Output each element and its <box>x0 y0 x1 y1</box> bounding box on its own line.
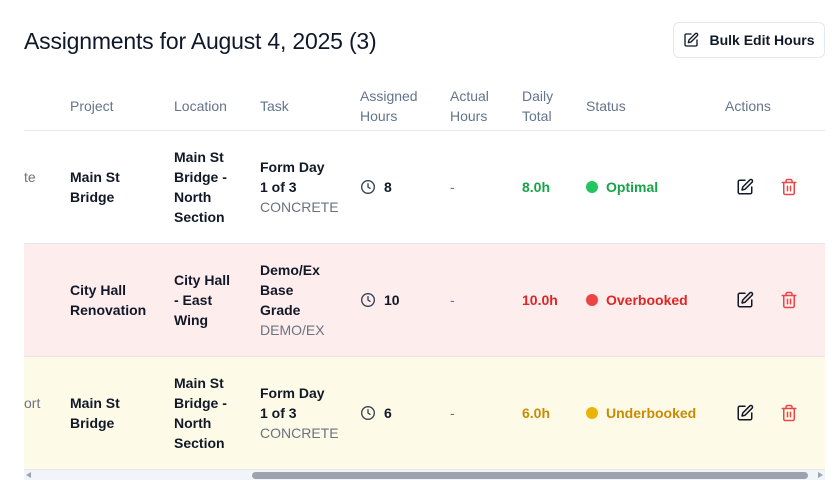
col-assigned-line2[interactable]: Hours <box>360 106 397 126</box>
col-daily-line2[interactable]: Total <box>522 106 552 126</box>
location-cell: Main St Bridge - North Section <box>174 147 227 227</box>
page-title: Assignments for August 4, 2025 (3) <box>24 28 377 54</box>
assigned-hours-value: 10 <box>384 292 400 308</box>
col-assigned-line1[interactable]: Assigned <box>360 86 418 106</box>
project-cell: Main St Bridge <box>70 167 120 207</box>
task-cell: Form Day 1 of 3 CONCRETE <box>260 383 339 443</box>
truncated-cell: te <box>24 169 36 185</box>
table-row: ort Main St Bridge Main St Bridge - Nort… <box>24 357 825 470</box>
trash-icon[interactable] <box>780 291 798 309</box>
location-line: North <box>174 189 212 205</box>
col-project[interactable]: Project <box>70 96 114 116</box>
assignments-table: Project Location Task Assigned Hours Act… <box>24 80 825 470</box>
scrollbar-thumb[interactable] <box>252 472 808 479</box>
task-cell: Form Day 1 of 3 CONCRETE <box>260 157 339 217</box>
col-daily-line1[interactable]: Daily <box>522 86 553 106</box>
task-code: CONCRETE <box>260 425 339 441</box>
table-header: Project Location Task Assigned Hours Act… <box>24 80 825 131</box>
location-line: Bridge - <box>174 169 227 185</box>
bulk-edit-label: Bulk Edit Hours <box>709 32 815 48</box>
location-line: City Hall <box>174 272 231 288</box>
project-cell: Main St Bridge <box>70 393 120 433</box>
status-dot <box>586 407 598 419</box>
project-line: Bridge <box>70 415 115 431</box>
table-row: te Main St Bridge Main St Bridge - North… <box>24 131 825 244</box>
truncated-cell: ort <box>24 395 41 411</box>
task-cell: Demo/Ex Base Grade DEMO/EX <box>260 260 325 340</box>
status-badge: Overbooked <box>586 290 688 310</box>
actual-hours-cell: - <box>450 179 455 195</box>
scroll-right-arrow-icon[interactable] <box>818 472 823 478</box>
col-actual-line2[interactable]: Hours <box>450 106 487 126</box>
task-line: Grade <box>260 302 301 318</box>
col-actions: Actions <box>725 98 771 114</box>
daily-total-cell: 8.0h <box>522 179 551 195</box>
location-cell: City Hall - East Wing <box>174 270 230 330</box>
location-line: Section <box>174 435 225 451</box>
daily-total-cell: 6.0h <box>522 405 551 421</box>
location-line: Main St <box>174 149 224 165</box>
project-line: Main St <box>70 395 120 411</box>
status-label: Overbooked <box>606 292 688 308</box>
location-line: Main St <box>174 375 224 391</box>
table-row: City Hall Renovation City Hall - East Wi… <box>24 244 825 357</box>
project-line: City Hall <box>70 282 127 298</box>
edit-icon[interactable] <box>736 178 754 196</box>
task-line: Base <box>260 282 294 298</box>
location-line: North <box>174 415 212 431</box>
col-location[interactable]: Location <box>174 96 227 116</box>
task-code: DEMO/EX <box>260 322 325 338</box>
location-line: Wing <box>174 312 209 328</box>
assigned-hours-cell: 8 <box>360 177 392 197</box>
daily-total-cell: 10.0h <box>522 292 558 308</box>
trash-icon[interactable] <box>780 404 798 422</box>
clock-icon <box>360 179 376 195</box>
task-line: Form Day <box>260 385 325 401</box>
task-code: CONCRETE <box>260 199 339 215</box>
task-line: 1 of 3 <box>260 179 297 195</box>
assigned-hours-cell: 10 <box>360 290 400 310</box>
horizontal-scrollbar[interactable] <box>24 470 825 480</box>
assigned-hours-cell: 6 <box>360 403 392 423</box>
location-line: Section <box>174 209 225 225</box>
status-label: Optimal <box>606 179 659 195</box>
project-line: Bridge <box>70 189 115 205</box>
status-badge: Optimal <box>586 177 658 197</box>
task-line: 1 of 3 <box>260 405 297 421</box>
location-line: - East <box>174 292 213 308</box>
assigned-hours-value: 8 <box>384 179 392 195</box>
bulk-edit-hours-button[interactable]: Bulk Edit Hours <box>673 22 825 58</box>
col-task[interactable]: Task <box>260 96 289 116</box>
edit-icon[interactable] <box>736 404 754 422</box>
clock-icon <box>360 292 376 308</box>
status-dot <box>586 294 598 306</box>
assigned-hours-value: 6 <box>384 405 392 421</box>
project-line: Renovation <box>70 302 147 318</box>
edit-icon <box>683 32 699 48</box>
actual-hours-cell: - <box>450 292 455 308</box>
actual-hours-cell: - <box>450 405 455 421</box>
status-dot <box>586 181 598 193</box>
location-cell: Main St Bridge - North Section <box>174 373 227 453</box>
task-line: Form Day <box>260 159 325 175</box>
project-cell: City Hall Renovation <box>70 280 146 320</box>
col-status[interactable]: Status <box>586 96 626 116</box>
clock-icon <box>360 405 376 421</box>
status-label: Underbooked <box>606 405 697 421</box>
task-line: Demo/Ex <box>260 262 320 278</box>
edit-icon[interactable] <box>736 291 754 309</box>
status-badge: Underbooked <box>586 403 696 423</box>
location-line: Bridge - <box>174 395 227 411</box>
project-line: Main St <box>70 169 120 185</box>
col-actual-line1[interactable]: Actual <box>450 86 489 106</box>
trash-icon[interactable] <box>780 178 798 196</box>
scroll-left-arrow-icon[interactable] <box>26 472 31 478</box>
